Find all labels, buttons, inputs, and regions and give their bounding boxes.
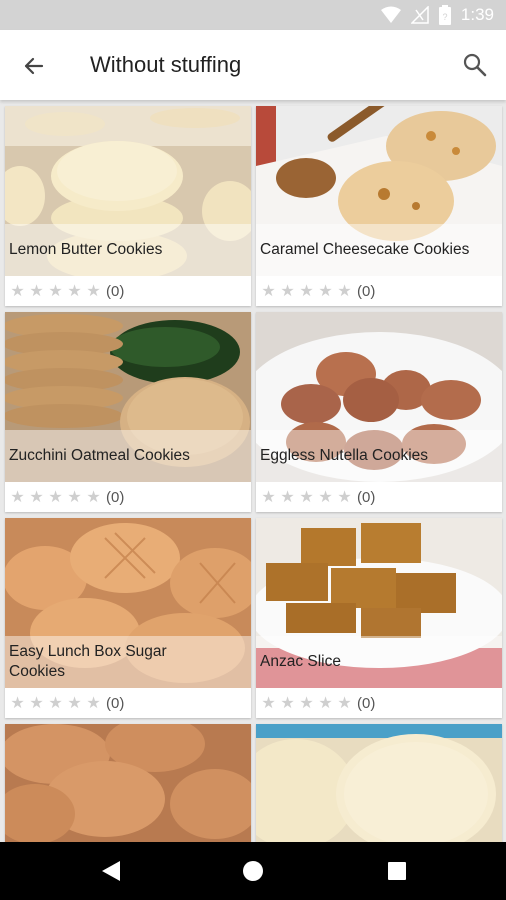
signal-icon	[410, 6, 429, 24]
star-icon: ★	[337, 695, 352, 712]
recipe-title: Caramel Cheesecake Cookies	[260, 241, 470, 258]
recipe-caption: Easy Lunch Box Sugar Cookies	[5, 636, 251, 688]
rating-count: (0)	[357, 282, 376, 300]
recipe-image: Zucchini Oatmeal Cookies	[5, 312, 251, 482]
home-circle-icon	[243, 861, 263, 881]
star-icon: ★	[261, 695, 276, 712]
recipe-card[interactable]	[5, 724, 251, 842]
star-rating: ★ ★ ★ ★ ★ (0)	[259, 692, 375, 714]
star-icon: ★	[299, 489, 314, 506]
star-icon: ★	[86, 283, 101, 300]
star-icon: ★	[280, 489, 295, 506]
star-icon: ★	[10, 695, 25, 712]
recipe-caption: Caramel Cheesecake Cookies	[256, 224, 502, 276]
recipe-image: Lemon Butter Cookies	[5, 106, 251, 276]
star-icon: ★	[337, 489, 352, 506]
star-icon: ★	[48, 489, 63, 506]
star-icon: ★	[67, 695, 82, 712]
star-rating: ★ ★ ★ ★ ★ (0)	[8, 486, 124, 508]
nav-back-button[interactable]	[100, 859, 122, 888]
star-icon: ★	[48, 283, 63, 300]
star-icon: ★	[280, 283, 295, 300]
star-icon: ★	[318, 695, 333, 712]
recipe-image	[256, 724, 502, 842]
app-bar: Without stuffing	[0, 30, 506, 100]
recipe-card[interactable]: Lemon Butter Cookies ★ ★ ★ ★ ★ (0)	[5, 106, 251, 306]
recipe-image: Easy Lunch Box Sugar Cookies	[5, 518, 251, 688]
star-icon: ★	[261, 489, 276, 506]
recipe-image	[5, 724, 251, 842]
star-rating: ★ ★ ★ ★ ★ (0)	[8, 280, 124, 302]
star-icon: ★	[86, 489, 101, 506]
recipe-card[interactable]: Caramel Cheesecake Cookies ★ ★ ★ ★ ★ (0)	[256, 106, 502, 306]
star-icon: ★	[280, 695, 295, 712]
wifi-icon	[380, 6, 401, 23]
rating-count: (0)	[106, 282, 125, 300]
recipe-image: Eggless Nutella Cookies	[256, 312, 502, 482]
star-icon: ★	[29, 695, 44, 712]
nav-home-button[interactable]	[242, 860, 264, 887]
recipe-title: Easy Lunch Box Sugar Cookies	[9, 643, 167, 680]
recipe-caption: Zucchini Oatmeal Cookies	[5, 430, 251, 482]
star-icon: ★	[10, 489, 25, 506]
star-icon: ★	[10, 283, 25, 300]
star-rating: ★ ★ ★ ★ ★ (0)	[8, 692, 124, 714]
arrow-back-icon	[24, 57, 44, 75]
page-title: Without stuffing	[90, 52, 242, 77]
recipe-image: Anzac Slice	[256, 518, 502, 688]
recipe-card[interactable]: Zucchini Oatmeal Cookies ★ ★ ★ ★ ★ (0)	[5, 312, 251, 512]
status-time: 1:39	[460, 5, 494, 24]
status-bar: ? 1:39	[0, 0, 506, 30]
svg-text:?: ?	[442, 12, 447, 22]
recents-square-icon	[388, 862, 406, 880]
recipe-card[interactable]: Easy Lunch Box Sugar Cookies ★ ★ ★ ★ ★ (…	[5, 518, 251, 718]
recipe-caption: Lemon Butter Cookies	[5, 224, 251, 276]
star-icon: ★	[318, 489, 333, 506]
system-nav-bar	[0, 842, 506, 900]
recipe-card[interactable]	[256, 724, 502, 842]
search-button[interactable]	[460, 50, 490, 80]
rating-count: (0)	[106, 488, 125, 506]
rating-count: (0)	[106, 694, 125, 712]
recipe-title: Eggless Nutella Cookies	[260, 447, 429, 464]
recipe-title: Anzac Slice	[260, 653, 341, 670]
star-icon: ★	[29, 489, 44, 506]
star-icon: ★	[29, 283, 44, 300]
star-icon: ★	[299, 283, 314, 300]
status-icons: ? 1:39	[380, 5, 494, 25]
star-rating: ★ ★ ★ ★ ★ (0)	[259, 280, 375, 302]
nav-recents-button[interactable]	[387, 861, 407, 886]
star-icon: ★	[337, 283, 352, 300]
star-icon: ★	[299, 695, 314, 712]
rating-count: (0)	[357, 488, 376, 506]
recipe-caption: Anzac Slice	[256, 636, 502, 688]
recipe-card[interactable]: Eggless Nutella Cookies ★ ★ ★ ★ ★ (0)	[256, 312, 502, 512]
recipe-card[interactable]: Anzac Slice ★ ★ ★ ★ ★ (0)	[256, 518, 502, 718]
battery-icon: ?	[438, 5, 451, 25]
rating-count: (0)	[357, 694, 376, 712]
search-icon	[463, 53, 487, 77]
star-rating: ★ ★ ★ ★ ★ (0)	[259, 486, 375, 508]
recipe-caption: Eggless Nutella Cookies	[256, 430, 502, 482]
back-triangle-icon	[102, 861, 120, 881]
recipe-grid: Lemon Butter Cookies ★ ★ ★ ★ ★ (0) Caram…	[0, 100, 506, 842]
back-button[interactable]	[18, 50, 50, 82]
recipe-title: Lemon Butter Cookies	[9, 241, 163, 258]
recipe-title: Zucchini Oatmeal Cookies	[9, 447, 190, 464]
star-icon: ★	[67, 283, 82, 300]
star-icon: ★	[86, 695, 101, 712]
star-icon: ★	[261, 283, 276, 300]
recipe-image: Caramel Cheesecake Cookies	[256, 106, 502, 276]
star-icon: ★	[48, 695, 63, 712]
star-icon: ★	[67, 489, 82, 506]
star-icon: ★	[318, 283, 333, 300]
